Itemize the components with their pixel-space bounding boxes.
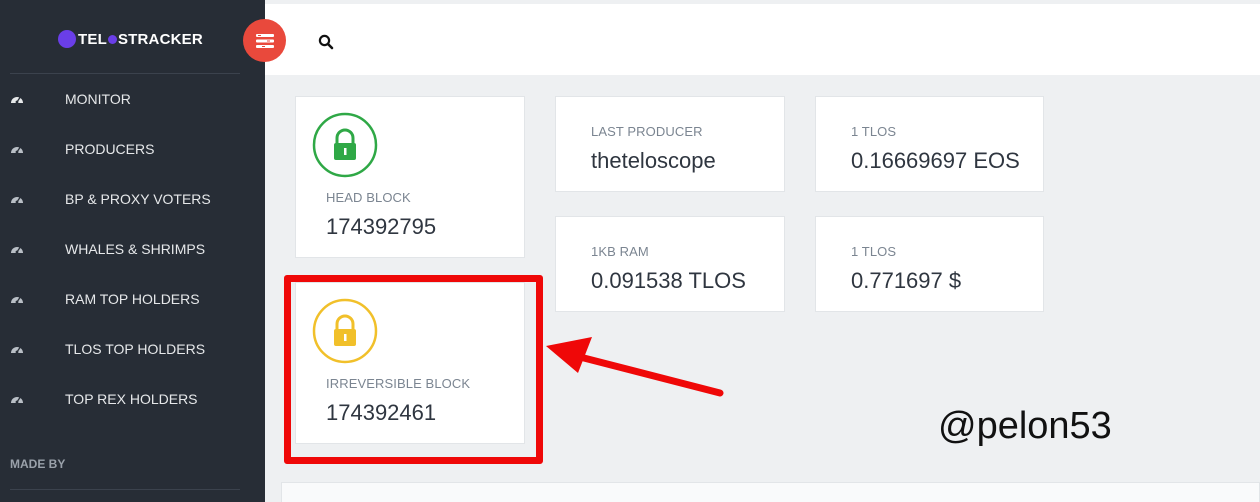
card-label: LAST PRODUCER	[591, 124, 703, 139]
lock-icon	[312, 112, 378, 178]
search-icon[interactable]	[318, 34, 334, 50]
dashboard-icon	[11, 147, 23, 154]
card-label: 1KB RAM	[591, 244, 649, 259]
ram-price-card: 1KB RAM 0.091538 TLOS	[555, 216, 785, 312]
last-producer-card: LAST PRODUCER theteloscope	[555, 96, 785, 192]
head-block-card: HEAD BLOCK 174392795	[295, 96, 525, 258]
highlight-box	[284, 275, 543, 464]
sidebar-item-label: MONITOR	[65, 91, 131, 107]
sidebar-item-tlos-top-holders[interactable]: TLOS TOP HOLDERS	[0, 324, 265, 374]
dashboard-icon	[11, 247, 23, 254]
dashboard-icon	[11, 197, 23, 204]
card-label: 1 TLOS	[851, 244, 897, 259]
sidebar-item-whales-shrimps[interactable]: WHALES & SHRIMPS	[0, 224, 265, 274]
tlos-eos-price-card: 1 TLOS 0.16669697 EOS	[815, 96, 1044, 192]
bottom-panel	[281, 482, 1260, 502]
tlos-usd-price-card: 1 TLOS 0.771697 $	[815, 216, 1044, 312]
card-value: 0.091538 TLOS	[591, 268, 746, 293]
brand-dot-icon	[58, 30, 76, 48]
dashboard-icon	[11, 397, 23, 404]
sidebar-item-label: PRODUCERS	[65, 141, 155, 157]
sidebar-nav: MONITOR PRODUCERS BP & PROXY VOTERS WHAL…	[0, 74, 265, 424]
watermark-text: @pelon53	[938, 405, 1112, 447]
dashboard-icon	[11, 347, 23, 354]
sidebar-item-label: RAM TOP HOLDERS	[65, 291, 200, 307]
card-value: 0.771697 $	[851, 268, 962, 293]
top-bar	[265, 0, 1260, 75]
brand-o-icon	[107, 35, 117, 45]
card-value: theteloscope	[591, 148, 716, 173]
card-value: 174392795	[326, 214, 437, 239]
made-by-heading: MADE BY	[10, 457, 66, 471]
dashboard-icon	[11, 297, 23, 304]
sidebar-item-label: TOP REX HOLDERS	[65, 391, 198, 407]
sidebar-divider	[10, 489, 240, 490]
sidebar-item-label: TLOS TOP HOLDERS	[65, 341, 206, 357]
sidebar-item-top-rex-holders[interactable]: TOP REX HOLDERS	[0, 374, 265, 424]
brand-logo[interactable]: TEL STRACKER	[58, 28, 203, 50]
sidebar-item-producers[interactable]: PRODUCERS	[0, 124, 265, 174]
dashboard-icon	[11, 97, 23, 104]
card-label: HEAD BLOCK	[326, 190, 411, 205]
card-label: 1 TLOS	[851, 124, 897, 139]
brand-name: TEL STRACKER	[78, 30, 203, 48]
arrow-annotation	[546, 337, 724, 397]
sidebar-item-label: BP & PROXY VOTERS	[65, 191, 211, 207]
sidebar-item-label: WHALES & SHRIMPS	[65, 241, 206, 257]
sidebar-item-monitor[interactable]: MONITOR	[0, 74, 265, 124]
card-value: 0.16669697 EOS	[851, 148, 1020, 173]
menu-icon	[255, 33, 274, 48]
app-window: TEL STRACKER MONITOR PRODUCERS BP & PROXY…	[0, 0, 1260, 502]
sidebar-item-ram-top-holders[interactable]: RAM TOP HOLDERS	[0, 274, 265, 324]
sidebar: TEL STRACKER MONITOR PRODUCERS BP & PROXY…	[0, 0, 265, 502]
sidebar-item-bp-proxy-voters[interactable]: BP & PROXY VOTERS	[0, 174, 265, 224]
menu-toggle-button[interactable]	[243, 19, 286, 62]
